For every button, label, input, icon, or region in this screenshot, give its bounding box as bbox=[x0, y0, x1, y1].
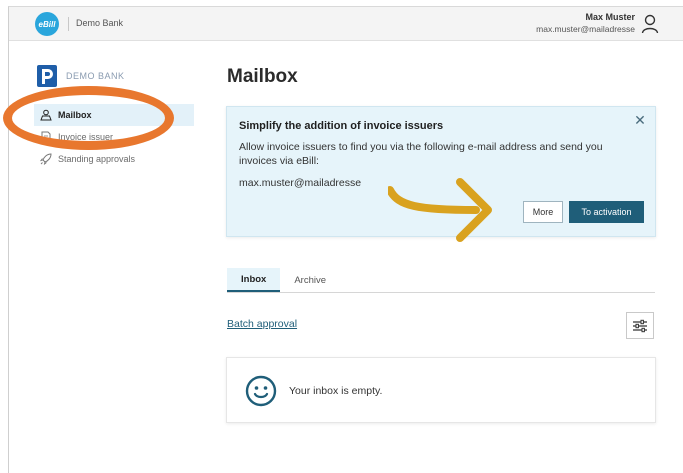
top-bar: eBill Demo Bank Max Muster max.muster@ma… bbox=[9, 7, 683, 41]
page-title: Mailbox bbox=[227, 66, 298, 87]
user-name: Max Muster bbox=[585, 12, 635, 22]
mailbox-tabs: Inbox Archive bbox=[227, 268, 655, 293]
sidebar-nav: Mailbox Invoice issuer Standing approval… bbox=[34, 104, 194, 170]
sliders-icon bbox=[633, 319, 647, 332]
bank-brand[interactable]: DEMO BANK bbox=[36, 64, 125, 88]
tab-archive[interactable]: Archive bbox=[280, 268, 340, 292]
smiley-icon bbox=[245, 375, 277, 407]
mailbox-icon bbox=[40, 109, 52, 121]
more-button[interactable]: More bbox=[523, 201, 563, 223]
banner-text: Allow invoice issuers to find you via th… bbox=[239, 141, 603, 167]
sidebar-item-mailbox[interactable]: Mailbox bbox=[34, 104, 194, 126]
banner-email: max.muster@mailadresse bbox=[239, 177, 362, 189]
sidebar-item-standing-approvals[interactable]: Standing approvals bbox=[34, 148, 194, 170]
bank-brand-text: DEMO BANK bbox=[66, 71, 125, 81]
bank-logo-icon bbox=[37, 65, 57, 87]
tab-inbox[interactable]: Inbox bbox=[227, 268, 281, 292]
user-icon[interactable] bbox=[641, 14, 659, 34]
sidebar-item-label: Standing approvals bbox=[58, 154, 136, 164]
filter-button[interactable] bbox=[626, 312, 654, 339]
document-icon bbox=[41, 131, 51, 143]
activation-banner: Simplify the addition of invoice issuers… bbox=[226, 106, 656, 237]
close-icon[interactable]: ✕ bbox=[633, 113, 647, 127]
empty-inbox-message: Your inbox is empty. bbox=[289, 385, 383, 397]
to-activation-button[interactable]: To activation bbox=[569, 201, 644, 223]
banner-title: Simplify the addition of invoice issuers bbox=[239, 120, 444, 132]
batch-approval-link[interactable]: Batch approval bbox=[227, 318, 297, 330]
rocket-icon bbox=[40, 153, 52, 165]
header-divider bbox=[68, 17, 69, 31]
header-bank-name: Demo Bank bbox=[76, 18, 124, 28]
sidebar-item-label: Mailbox bbox=[58, 110, 92, 120]
sidebar-item-label: Invoice issuer bbox=[58, 132, 114, 142]
empty-inbox-card: Your inbox is empty. bbox=[226, 357, 656, 423]
user-email: max.muster@mailadresse bbox=[536, 24, 635, 34]
ebill-logo[interactable]: eBill bbox=[35, 12, 59, 36]
sidebar-item-invoice-issuer[interactable]: Invoice issuer bbox=[34, 126, 194, 148]
